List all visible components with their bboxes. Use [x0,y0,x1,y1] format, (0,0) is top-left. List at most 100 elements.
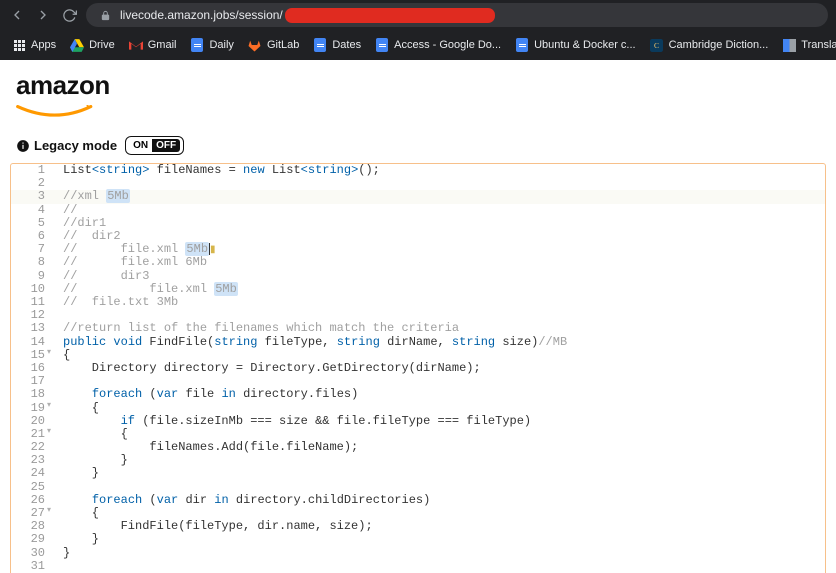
code-content[interactable]: //dir1 [53,217,825,230]
code-line[interactable]: 4// [11,204,825,217]
code-line[interactable]: 18 foreach (var file in directory.files) [11,388,825,401]
trans-icon [782,38,796,52]
gutter: 19 [11,402,53,415]
toggle-on[interactable]: ON [129,139,152,152]
bookmark-dates[interactable]: Dates [309,38,365,52]
bookmark-label: Apps [31,39,56,51]
gutter: 2 [11,177,53,190]
code-content[interactable]: } [53,467,825,480]
lock-icon [96,6,114,24]
code-line[interactable]: 20 if (file.sizeInMb === size && file.fi… [11,415,825,428]
code-line[interactable]: 24 } [11,467,825,480]
code-content[interactable] [53,177,825,190]
logo-bar: amazon [0,60,836,130]
gutter: 29 [11,533,53,546]
bookmark-apps[interactable]: Apps [8,38,60,52]
bookmark-ubuntu-docker-c-[interactable]: Ubuntu & Docker c... [511,38,640,52]
gutter: 20 [11,415,53,428]
code-line[interactable]: 7// file.xml 5Mb▮ [11,243,825,256]
gutter: 25 [11,481,53,494]
page-content: amazon Legacy mode ON OFF 1List<string> … [0,60,836,573]
legacy-text: Legacy mode [34,138,117,153]
bookmark-label: Gmail [148,39,177,51]
gutter: 8 [11,256,53,269]
url-text: livecode.amazon.jobs/session/ [120,8,283,22]
back-icon[interactable] [8,6,26,24]
code-content[interactable]: if (file.sizeInMb === size && file.fileT… [53,415,825,428]
code-line[interactable]: 30} [11,547,825,560]
code-content[interactable]: // dir2 [53,230,825,243]
apps-icon [12,38,26,52]
code-line[interactable]: 1List<string> fileNames = new List<strin… [11,164,825,177]
url-bar[interactable]: livecode.amazon.jobs/session/ [86,3,828,27]
code-line[interactable]: 26 foreach (var dir in directory.childDi… [11,494,825,507]
gutter: 6 [11,230,53,243]
url-redacted [285,8,495,23]
bookmark-gitlab[interactable]: GitLab [244,38,303,52]
code-line[interactable]: 28 FindFile(fileType, dir.name, size); [11,520,825,533]
code-line[interactable]: 2 [11,177,825,190]
forward-icon[interactable] [34,6,52,24]
code-content[interactable]: } [53,454,825,467]
code-content[interactable]: FindFile(fileType, dir.name, size); [53,520,825,533]
drive-icon [70,38,84,52]
code-content[interactable]: Directory directory = Directory.GetDirec… [53,362,825,375]
bookmark-label: Dates [332,39,361,51]
code-content[interactable]: //xml 5Mb [53,190,825,203]
doc-icon [190,38,204,52]
code-content[interactable]: foreach (var file in directory.files) [53,388,825,401]
bookmark-label: Cambridge Diction... [669,39,769,51]
code-line[interactable]: 11// file.txt 3Mb [11,296,825,309]
code-editor[interactable]: 1List<string> fileNames = new List<strin… [10,163,826,573]
bookmark-label: Access - Google Do... [394,39,501,51]
bookmark-daily[interactable]: Daily [186,38,237,52]
code-line[interactable]: 5//dir1 [11,217,825,230]
legacy-toggle[interactable]: ON OFF [125,136,184,155]
code-content[interactable]: // file.txt 3Mb [53,296,825,309]
code-content[interactable]: // [53,204,825,217]
gutter: 13 [11,322,53,335]
code-line[interactable]: 6// dir2 [11,230,825,243]
gutter: 30 [11,547,53,560]
reload-icon[interactable] [60,6,78,24]
code-content[interactable]: foreach (var dir in directory.childDirec… [53,494,825,507]
amazon-logo: amazon [16,70,820,126]
code-content[interactable]: public void FindFile(string fileType, st… [53,336,825,349]
bookmark-translator[interactable]: Translator [778,38,836,52]
code-line[interactable]: 14public void FindFile(string fileType, … [11,336,825,349]
doc-icon [313,38,327,52]
code-content[interactable]: fileNames.Add(file.fileName); [53,441,825,454]
bookmark-label: Drive [89,39,115,51]
svg-text:C: C [654,41,659,50]
gutter: 9 [11,270,53,283]
code-content[interactable]: } [53,547,825,560]
bookmark-access-google-do-[interactable]: Access - Google Do... [371,38,505,52]
code-line[interactable]: 3//xml 5Mb [11,190,825,203]
legacy-row: Legacy mode ON OFF [0,130,836,163]
code-line[interactable]: 16 Directory directory = Directory.GetDi… [11,362,825,375]
code-content[interactable]: } [53,533,825,546]
gutter: 31 [11,560,53,573]
bookmark-label: Ubuntu & Docker c... [534,39,636,51]
gutter: 7 [11,243,53,256]
legacy-label: Legacy mode [16,138,117,153]
browser-chrome: livecode.amazon.jobs/session/ Apps Drive G… [0,0,836,60]
gutter: 4 [11,204,53,217]
code-content[interactable]: // file.xml 5Mb▮ [53,243,825,256]
bookmark-drive[interactable]: Drive [66,38,119,52]
code-line[interactable]: 22 fileNames.Add(file.fileName); [11,441,825,454]
code-content[interactable]: List<string> fileNames = new List<string… [53,164,825,177]
doc-icon [515,38,529,52]
code-line[interactable]: 23 } [11,454,825,467]
bookmark-cambridge-diction-[interactable]: C Cambridge Diction... [646,38,773,52]
bookmark-label: Daily [209,39,233,51]
bookmark-label: Translator [801,39,836,51]
gutter: 18 [11,388,53,401]
gutter: 1 [11,164,53,177]
code-line[interactable]: 29 } [11,533,825,546]
gutter: 15 [11,349,53,362]
bookmark-gmail[interactable]: Gmail [125,38,181,52]
bookmarks-bar: Apps Drive Gmail Daily GitLab Dates Access - G… [0,30,836,60]
code-content[interactable]: // file.xml 6Mb [53,256,825,269]
toggle-off[interactable]: OFF [152,139,180,152]
